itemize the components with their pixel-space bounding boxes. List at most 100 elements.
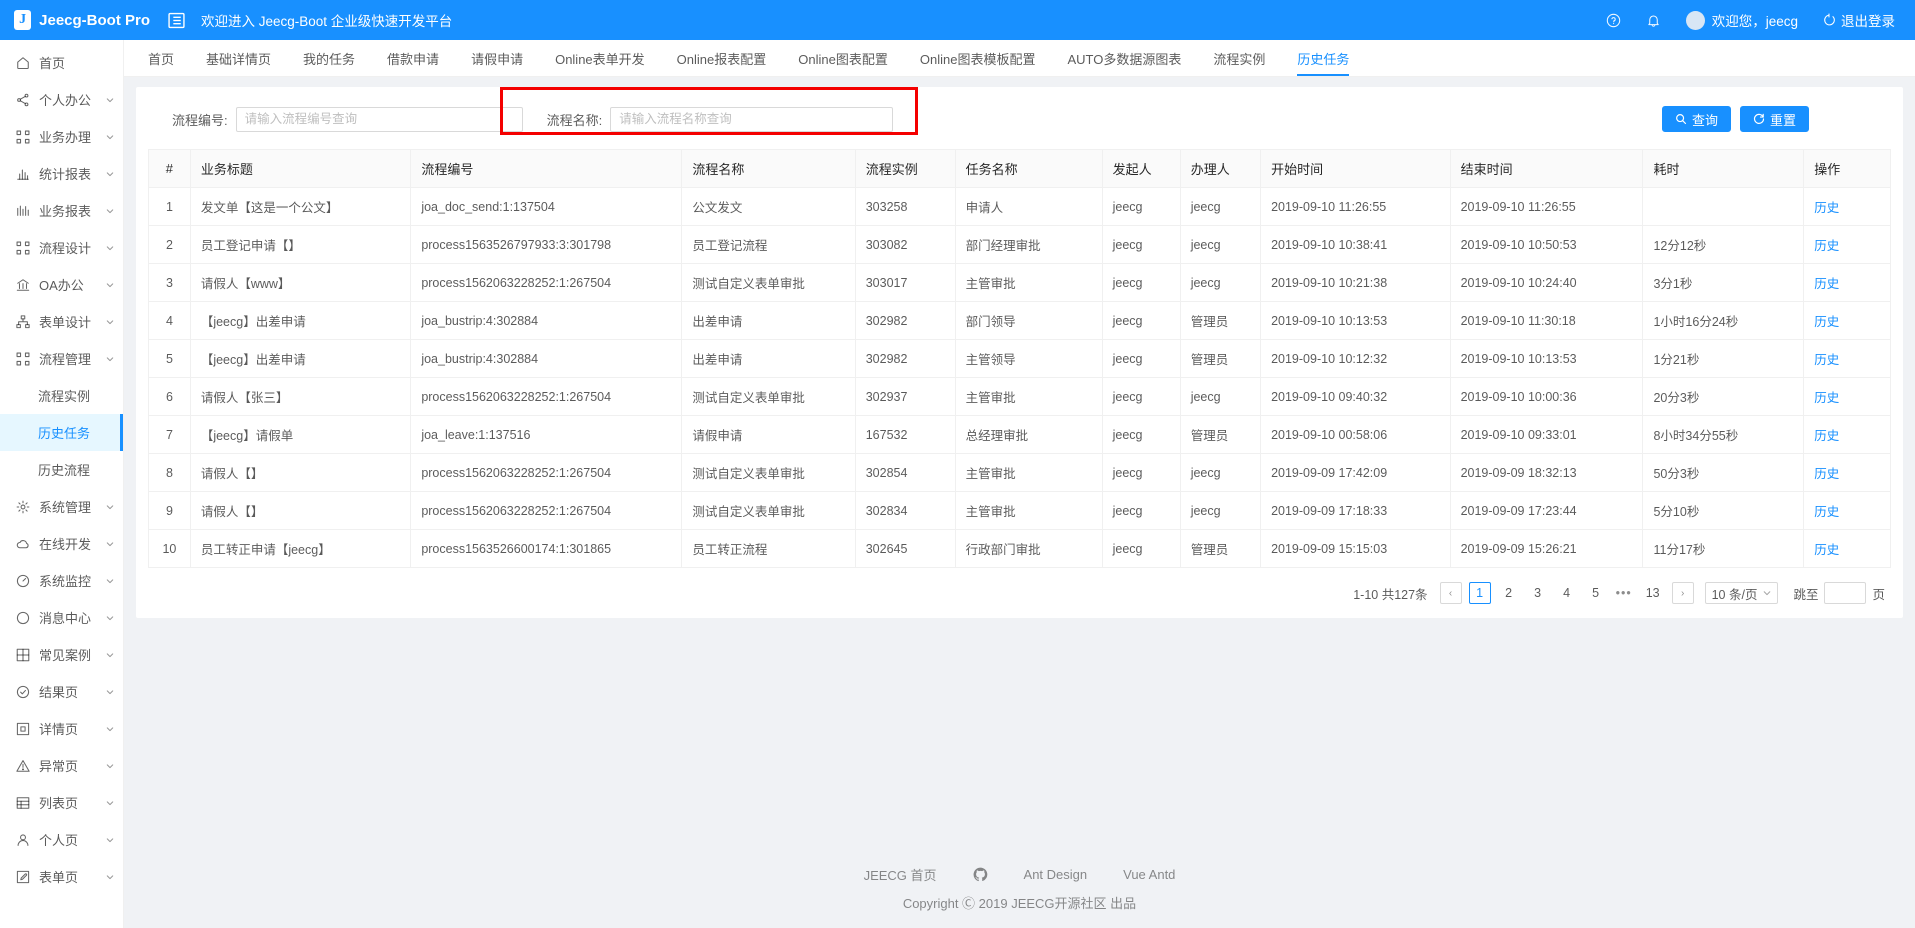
cell-stime: 2019-09-10 10:38:41: [1260, 225, 1451, 264]
sidebar-item-0[interactable]: 首页: [0, 44, 123, 81]
tab-1[interactable]: 基础详情页: [190, 40, 287, 76]
cell-starter: jeecg: [1102, 491, 1181, 530]
column-header-label: 流程实例: [865, 162, 918, 177]
sidebar-item-13[interactable]: 在线开发: [0, 525, 123, 562]
tab-9[interactable]: AUTO多数据源图表: [1051, 40, 1197, 76]
history-link[interactable]: 历史: [1814, 391, 1839, 405]
sidebar-item-2[interactable]: 业务办理: [0, 118, 123, 155]
tab-label: Online图表模板配置: [919, 51, 1036, 67]
history-link[interactable]: 历史: [1814, 315, 1839, 329]
github-icon[interactable]: [973, 867, 988, 882]
sidebar-item-22[interactable]: 表单页: [0, 858, 123, 895]
column-header-4: 流程实例: [855, 150, 956, 188]
sidebar-item-18[interactable]: 详情页: [0, 710, 123, 747]
tab-10[interactable]: 流程实例: [1197, 40, 1281, 76]
tab-8[interactable]: Online图表模板配置: [904, 40, 1052, 76]
cell-idx: 3: [149, 263, 191, 302]
sidebar-item-label: 历史任务: [38, 426, 91, 441]
sidebar-item-1[interactable]: 个人办公: [0, 81, 123, 118]
table-row: 2 员工登记申请【】 process1563526797933:3:301798 员工…: [149, 225, 1890, 264]
page-size-select[interactable]: 10 条/页: [1704, 582, 1779, 604]
history-link[interactable]: 历史: [1814, 201, 1839, 215]
sidebar-item-14[interactable]: 系统监控: [0, 562, 123, 599]
sidebar-item-6[interactable]: OA办公: [0, 266, 123, 303]
pagination-next[interactable]: ›: [1671, 582, 1694, 604]
process-name-input[interactable]: [610, 106, 894, 132]
sidebar-item-7[interactable]: 表单设计: [0, 303, 123, 340]
cell-task-text: 申请人: [965, 201, 1004, 215]
pagination-page-1[interactable]: 1: [1468, 582, 1491, 604]
cell-idx-text: 6: [165, 389, 173, 404]
history-link[interactable]: 历史: [1814, 353, 1839, 367]
table-row: 7 【jeecg】请假单 joa_leave:1:137516 请假申请 167532 总…: [149, 415, 1890, 454]
user-menu[interactable]: 欢迎您，jeecg: [1674, 0, 1810, 40]
tab-4[interactable]: 请假申请: [455, 40, 539, 76]
pagination-last-page[interactable]: 13: [1641, 582, 1665, 604]
process-no-input[interactable]: [235, 106, 523, 132]
tab-5[interactable]: Online表单开发: [539, 40, 661, 76]
cell-stime-text: 2019-09-10 00:58:06: [1271, 427, 1388, 442]
sidebar-item-21[interactable]: 个人页: [0, 821, 123, 858]
tab-7[interactable]: Online图表配置: [782, 40, 904, 76]
sidebar-item-4[interactable]: 业务报表: [0, 192, 123, 229]
sidebar-item-15[interactable]: 消息中心: [0, 599, 123, 636]
table-row: 10 员工转正申请【jeecg】 process1563526600174:1:30…: [149, 529, 1890, 568]
sidebar-item-8[interactable]: 流程管理: [0, 340, 123, 377]
cell-task-text: 总经理审批: [965, 429, 1029, 443]
tab-2[interactable]: 我的任务: [287, 40, 371, 76]
grid-icon: [16, 648, 30, 662]
tab-3[interactable]: 借款申请: [371, 40, 455, 76]
cell-title: 请假人【www】: [190, 263, 412, 302]
sidebar-item-19[interactable]: 异常页: [0, 747, 123, 784]
tab-label: 首页: [148, 51, 175, 67]
page-jump-input[interactable]: [1824, 582, 1867, 604]
history-link[interactable]: 历史: [1814, 239, 1839, 253]
cell-code-text: process1563526600174:1:301865: [421, 541, 612, 556]
cell-code-text: process1563526797933:3:301798: [421, 237, 612, 252]
cell-stime: 2019-09-10 11:26:55: [1260, 187, 1451, 226]
history-link[interactable]: 历史: [1814, 277, 1839, 291]
cell-starter-text: jeecg: [1112, 389, 1143, 404]
cell-dur: [1642, 187, 1805, 226]
sidebar-item-11[interactable]: 历史流程: [0, 451, 123, 488]
pagination-page-4[interactable]: 4: [1556, 582, 1578, 604]
tab-0[interactable]: 首页: [132, 40, 190, 76]
cell-idx-text: 9: [165, 503, 173, 518]
sidebar-item-label: 系统监控: [39, 574, 92, 589]
pagination-page-3[interactable]: 3: [1527, 582, 1549, 604]
history-link[interactable]: 历史: [1814, 543, 1839, 557]
sidebar-item-16[interactable]: 常见案例: [0, 636, 123, 673]
menu-fold-icon[interactable]: [167, 11, 185, 29]
logout-button[interactable]: 退出登录: [1810, 0, 1901, 40]
sidebar-item-10[interactable]: 历史任务: [0, 414, 123, 451]
bell-icon[interactable]: [1634, 0, 1674, 40]
sidebar-item-5[interactable]: 流程设计: [0, 229, 123, 266]
reset-button[interactable]: 重置: [1739, 106, 1809, 132]
pagination-prev[interactable]: ‹: [1439, 582, 1462, 604]
pagination-page-2[interactable]: 2: [1498, 582, 1520, 604]
cell-dur: 50分3秒: [1642, 453, 1805, 492]
history-link[interactable]: 历史: [1814, 505, 1839, 519]
footer-link-ant-design[interactable]: Ant Design: [1024, 867, 1088, 882]
sidebar-item-9[interactable]: 流程实例: [0, 377, 123, 414]
question-circle-icon[interactable]: [1594, 0, 1634, 40]
cell-task: 总经理审批: [955, 415, 1103, 454]
footer-link-jeecg-home[interactable]: JEECG 首页: [864, 865, 937, 884]
sidebar-item-20[interactable]: 列表页: [0, 784, 123, 821]
pagination-page-5[interactable]: 5: [1585, 582, 1607, 604]
cell-dur-text: 50分3秒: [1653, 467, 1700, 481]
footer-link-vue-antd[interactable]: Vue Antd: [1123, 867, 1175, 882]
tab-11[interactable]: 历史任务: [1281, 40, 1365, 76]
sidebar-item-17[interactable]: 结果页: [0, 673, 123, 710]
query-button-label: 查询: [1691, 112, 1718, 128]
history-link[interactable]: 历史: [1814, 429, 1839, 443]
tab-6[interactable]: Online报表配置: [661, 40, 783, 76]
query-button[interactable]: 查询: [1661, 106, 1731, 132]
brand[interactable]: J Jeecg-Boot Pro: [0, 0, 150, 40]
cell-stime-text: 2019-09-09 15:15:03: [1271, 541, 1388, 556]
history-link[interactable]: 历史: [1814, 467, 1839, 481]
cell-pinst-text: 167532: [865, 427, 908, 442]
sidebar-item-3[interactable]: 统计报表: [0, 155, 123, 192]
sidebar-item-12[interactable]: 系统管理: [0, 488, 123, 525]
cell-title-text: 请假人【】: [200, 467, 264, 481]
